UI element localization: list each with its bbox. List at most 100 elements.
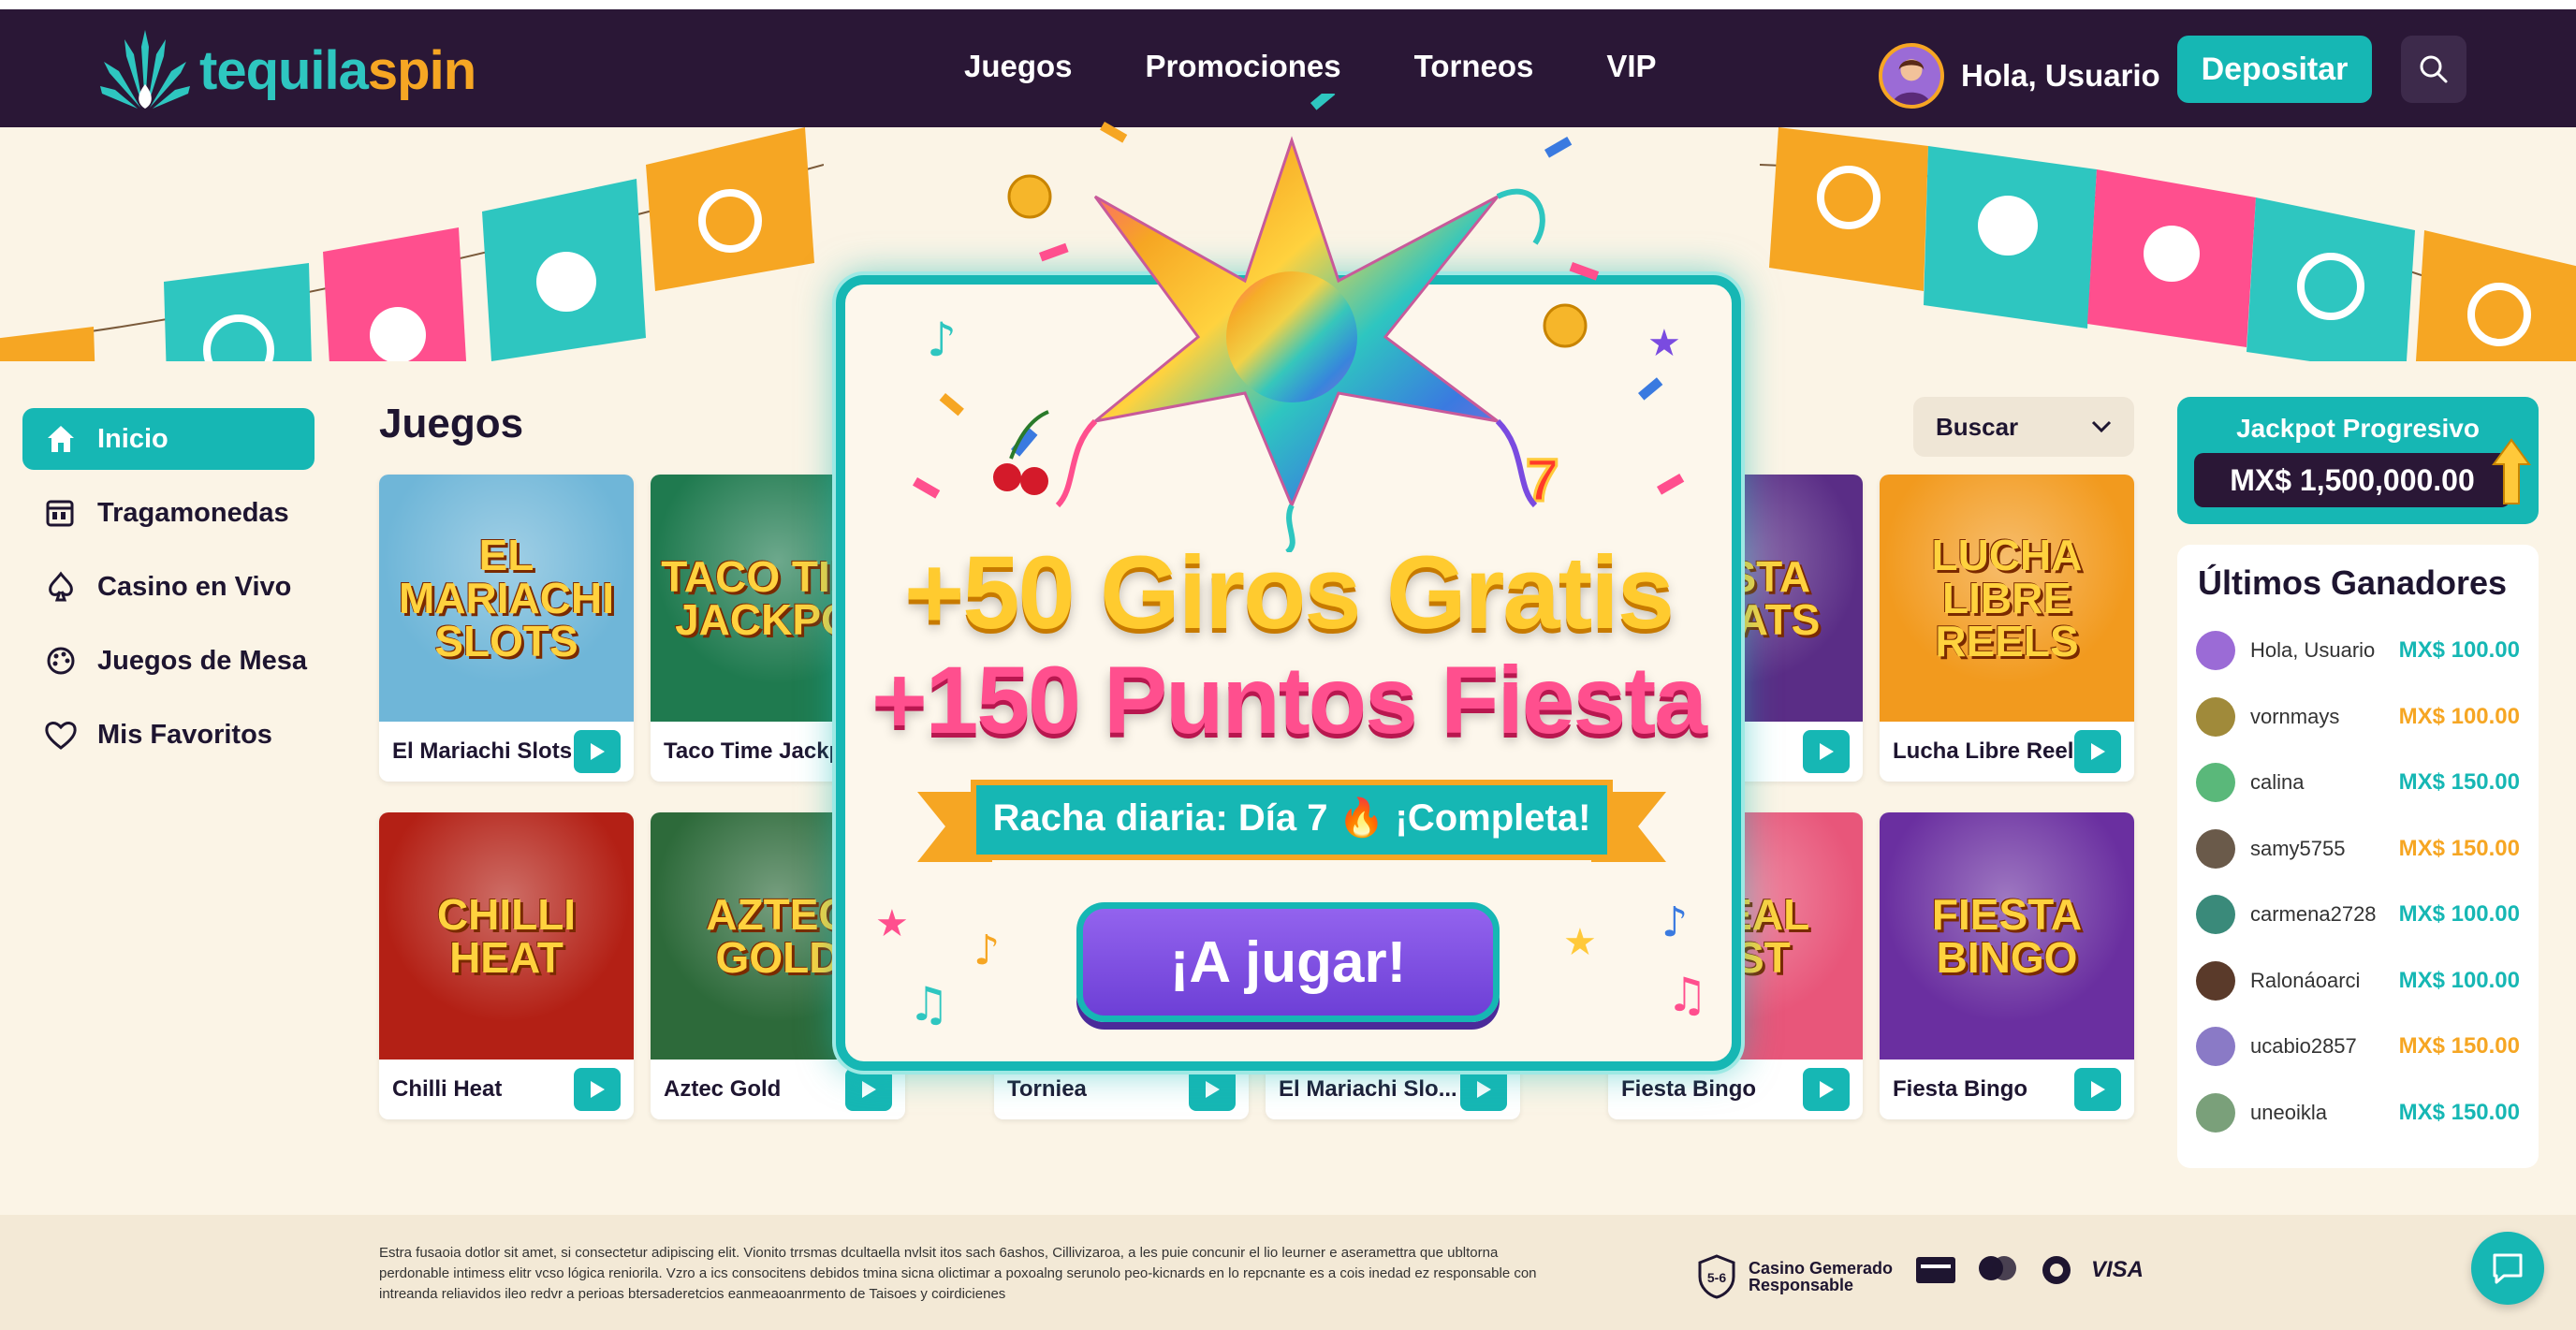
winner-amount: MX$ 100.00: [2398, 703, 2520, 729]
sidebar-item-casino-en-vivo[interactable]: Casino en Vivo: [22, 556, 315, 618]
game-thumbnail[interactable]: EL MARIACHI SLOTS: [379, 475, 634, 722]
home-icon: [43, 421, 79, 457]
winners-panel: Últimos Ganadores Hola, Usuario MX$ 100.0…: [2177, 545, 2539, 1168]
games-title: Juegos: [379, 401, 524, 446]
jackpot-panel: Jackpot Progresivo MX$ 1,500,000.00: [2177, 397, 2539, 524]
game-art-title: EL MARIACHI SLOTS: [399, 531, 614, 665]
pinata-star-icon: [1055, 136, 1545, 552]
responsible-gaming[interactable]: 5-6 Casino Gemerado Responsable: [1696, 1254, 1893, 1299]
winner-amount: MX$ 150.00: [2398, 1033, 2520, 1060]
play-game-button[interactable]: [574, 1068, 621, 1111]
sidebar-item-inicio[interactable]: Inicio: [22, 408, 315, 470]
arrow-up-icon: [2492, 438, 2531, 504]
chevron-down-icon: [2091, 420, 2112, 433]
nav-juegos[interactable]: Juegos: [964, 49, 1073, 84]
avatar: [2196, 1092, 2235, 1133]
avatar: [2196, 1027, 2235, 1067]
spade-icon: [43, 569, 79, 605]
avatar: [2196, 960, 2235, 1001]
sidebar-item-juegos-de-mesa[interactable]: Juegos de Mesa: [22, 630, 315, 692]
payment-methods: VISA: [1915, 1254, 2144, 1286]
main-nav: Juegos Promociones Torneos VIP: [964, 49, 1657, 84]
diners-icon: [2042, 1256, 2071, 1284]
chat-button[interactable]: [2471, 1232, 2544, 1305]
game-name: Taco Time Jackpot: [664, 738, 845, 764]
winners-title: Últimos Ganadores: [2198, 563, 2508, 602]
play-icon: [591, 1081, 605, 1098]
game-card-footer: Chilli Heat: [379, 1060, 634, 1119]
palette-icon: [43, 643, 79, 679]
play-game-button[interactable]: [2074, 730, 2121, 773]
winner-row: uneoikla MX$ 150.00: [2177, 1080, 2539, 1147]
winner-row: calina MX$ 150.00: [2177, 750, 2539, 816]
nav-vip[interactable]: VIP: [1606, 49, 1656, 84]
deposit-button[interactable]: Depositar: [2177, 36, 2372, 103]
winner-amount: MX$ 150.00: [2398, 835, 2520, 861]
modal-free-spins: +50 Giros Gratis: [904, 535, 1675, 650]
game-name: El Mariachi Slots: [392, 738, 573, 764]
winner-name: ucabio2857: [2250, 1034, 2357, 1059]
game-card-footer: Fiesta Bingo: [1880, 1060, 2134, 1119]
winner-row: vornmays MX$ 100.00: [2177, 684, 2539, 751]
logo[interactable]: tequilaspin: [98, 28, 476, 112]
winner-amount: MX$ 100.00: [2398, 901, 2520, 928]
slot-machine-icon: [43, 495, 79, 531]
play-game-button[interactable]: [1803, 1068, 1850, 1111]
avatar: [1879, 43, 1944, 109]
play-game-button[interactable]: [2074, 1068, 2121, 1111]
visa-icon: VISA: [2091, 1257, 2144, 1282]
winner-name: samy5755: [2250, 836, 2346, 860]
card-generic-icon: [1916, 1257, 1955, 1283]
avatar: [2196, 895, 2235, 935]
papel-picado-banner-left: [0, 127, 824, 361]
sidebar-item-label: Casino en Vivo: [97, 571, 292, 602]
top-strip: [0, 0, 2576, 9]
game-card[interactable]: EL MARIACHI SLOTS El Mariachi Slots: [379, 475, 634, 782]
play-icon: [1820, 743, 1834, 760]
terms-link[interactable]: Taisoes y coirdicienes: [869, 1286, 1005, 1302]
winner-name: carmena2728: [2250, 902, 2377, 927]
play-game-button[interactable]: [574, 730, 621, 773]
winners-list: Hola, Usuario MX$ 100.00 vornmays MX$ 100.0…: [2177, 618, 2539, 1146]
game-thumbnail[interactable]: CHILLI HEAT: [379, 812, 634, 1060]
winner-amount: MX$ 150.00: [2398, 1099, 2520, 1125]
search-button[interactable]: [2401, 36, 2466, 103]
winner-amount: MX$ 150.00: [2398, 769, 2520, 796]
heart-icon: [43, 717, 79, 753]
site-header: tequilaspin Juegos Promociones Torneos V…: [0, 9, 2576, 127]
game-card[interactable]: FIESTA BINGO Fiesta Bingo: [1880, 812, 2134, 1119]
papel-picado-banner-right: [1760, 127, 2576, 361]
footer: Estra fusaoia dotlor sit amet, si consec…: [0, 1215, 2576, 1330]
play-icon: [2091, 1081, 2105, 1098]
play-now-button[interactable]: ¡A jugar!: [1076, 902, 1500, 1022]
winner-name: calina: [2250, 770, 2305, 795]
game-art-title: LUCHA LIBRE REELS: [1931, 531, 2083, 665]
game-name: Chilli Heat: [392, 1076, 503, 1102]
sidebar-item-tragamonedas[interactable]: Tragamonedas: [22, 482, 315, 544]
nav-torneos[interactable]: Torneos: [1414, 49, 1534, 84]
game-card[interactable]: CHILLI HEAT Chilli Heat: [379, 812, 634, 1119]
nav-promociones[interactable]: Promociones: [1146, 49, 1341, 84]
user-menu[interactable]: Hola, Usuario: [1879, 43, 2160, 109]
avatar: [2196, 631, 2235, 671]
game-art-title: FIESTA BINGO: [1931, 890, 2083, 982]
search-dropdown-label: Buscar: [1936, 412, 2019, 441]
play-icon: [1820, 1081, 1834, 1098]
sidebar-item-label: Juegos de Mesa: [97, 645, 308, 676]
shield-icon: 5-6: [1698, 1254, 1735, 1299]
avatar: [2196, 763, 2235, 803]
search-icon: [2420, 55, 2448, 83]
streak-text: Racha diaria: Día 7 🔥 ¡Completa!: [992, 797, 1591, 839]
game-thumbnail[interactable]: FIESTA BINGO: [1880, 812, 2134, 1060]
winner-row: samy5755 MX$ 150.00: [2177, 816, 2539, 883]
search-dropdown[interactable]: Buscar: [1913, 397, 2134, 457]
game-thumbnail[interactable]: LUCHA LIBRE REELS: [1880, 475, 2134, 722]
winner-row: Hola, Usuario MX$ 100.00: [2177, 618, 2539, 684]
sidebar-item-mis-favoritos[interactable]: Mis Favoritos: [22, 704, 315, 766]
game-card[interactable]: LUCHA LIBRE REELS Lucha Libre Reels: [1880, 475, 2134, 782]
winner-row: carmena2728 MX$ 100.00: [2177, 882, 2539, 948]
play-game-button[interactable]: [1803, 730, 1850, 773]
play-icon: [591, 743, 605, 760]
avatar: [2196, 828, 2235, 869]
chat-icon: [2493, 1253, 2523, 1284]
